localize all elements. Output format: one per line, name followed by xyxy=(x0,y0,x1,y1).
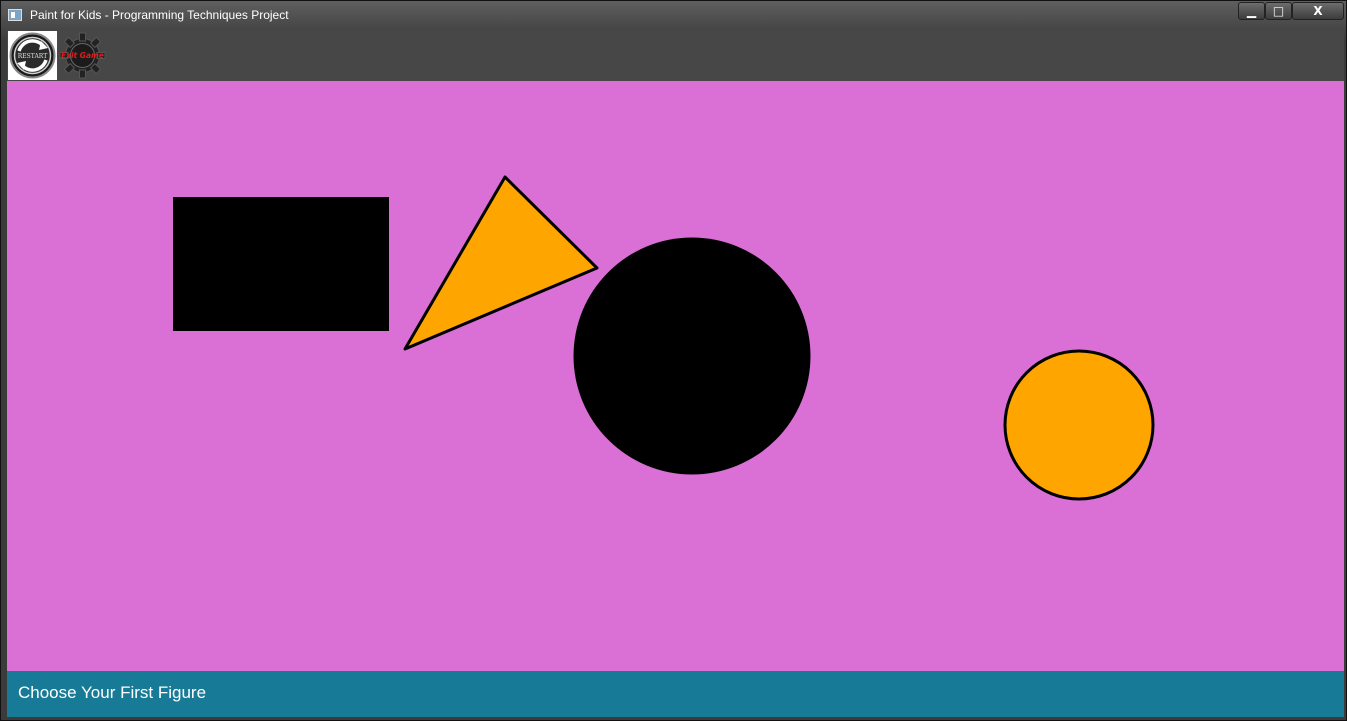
figure-circle-orange[interactable] xyxy=(1003,349,1155,501)
window-controls: ▁ □ X xyxy=(1238,2,1344,22)
figure-circle-black[interactable] xyxy=(573,237,811,475)
title-bar[interactable]: Paint for Kids - Programming Techniques … xyxy=(1,1,1346,29)
exit-game-label: Exit Game xyxy=(61,51,104,60)
restart-button[interactable]: RESTART xyxy=(8,31,57,80)
app-window-icon xyxy=(8,9,22,21)
minimize-button[interactable]: ▁ xyxy=(1238,2,1265,20)
toolbar: RESTART Exit Game xyxy=(7,30,1344,81)
status-bar: Choose Your First Figure xyxy=(7,671,1344,717)
gear-icon: Exit Game xyxy=(59,32,106,79)
app-window: Paint for Kids - Programming Techniques … xyxy=(0,0,1347,721)
drawing-canvas[interactable] xyxy=(7,81,1344,671)
close-button[interactable]: X xyxy=(1292,2,1344,20)
maximize-button[interactable]: □ xyxy=(1265,2,1292,20)
restart-label: RESTART xyxy=(18,53,47,60)
exit-game-button[interactable]: Exit Game xyxy=(58,31,107,80)
window-title: Paint for Kids - Programming Techniques … xyxy=(30,8,289,22)
restart-icon: RESTART xyxy=(9,32,56,79)
status-message: Choose Your First Figure xyxy=(18,683,207,702)
figures-layer xyxy=(173,175,1155,501)
figure-rectangle[interactable] xyxy=(173,197,389,331)
figure-triangle[interactable] xyxy=(403,175,599,351)
